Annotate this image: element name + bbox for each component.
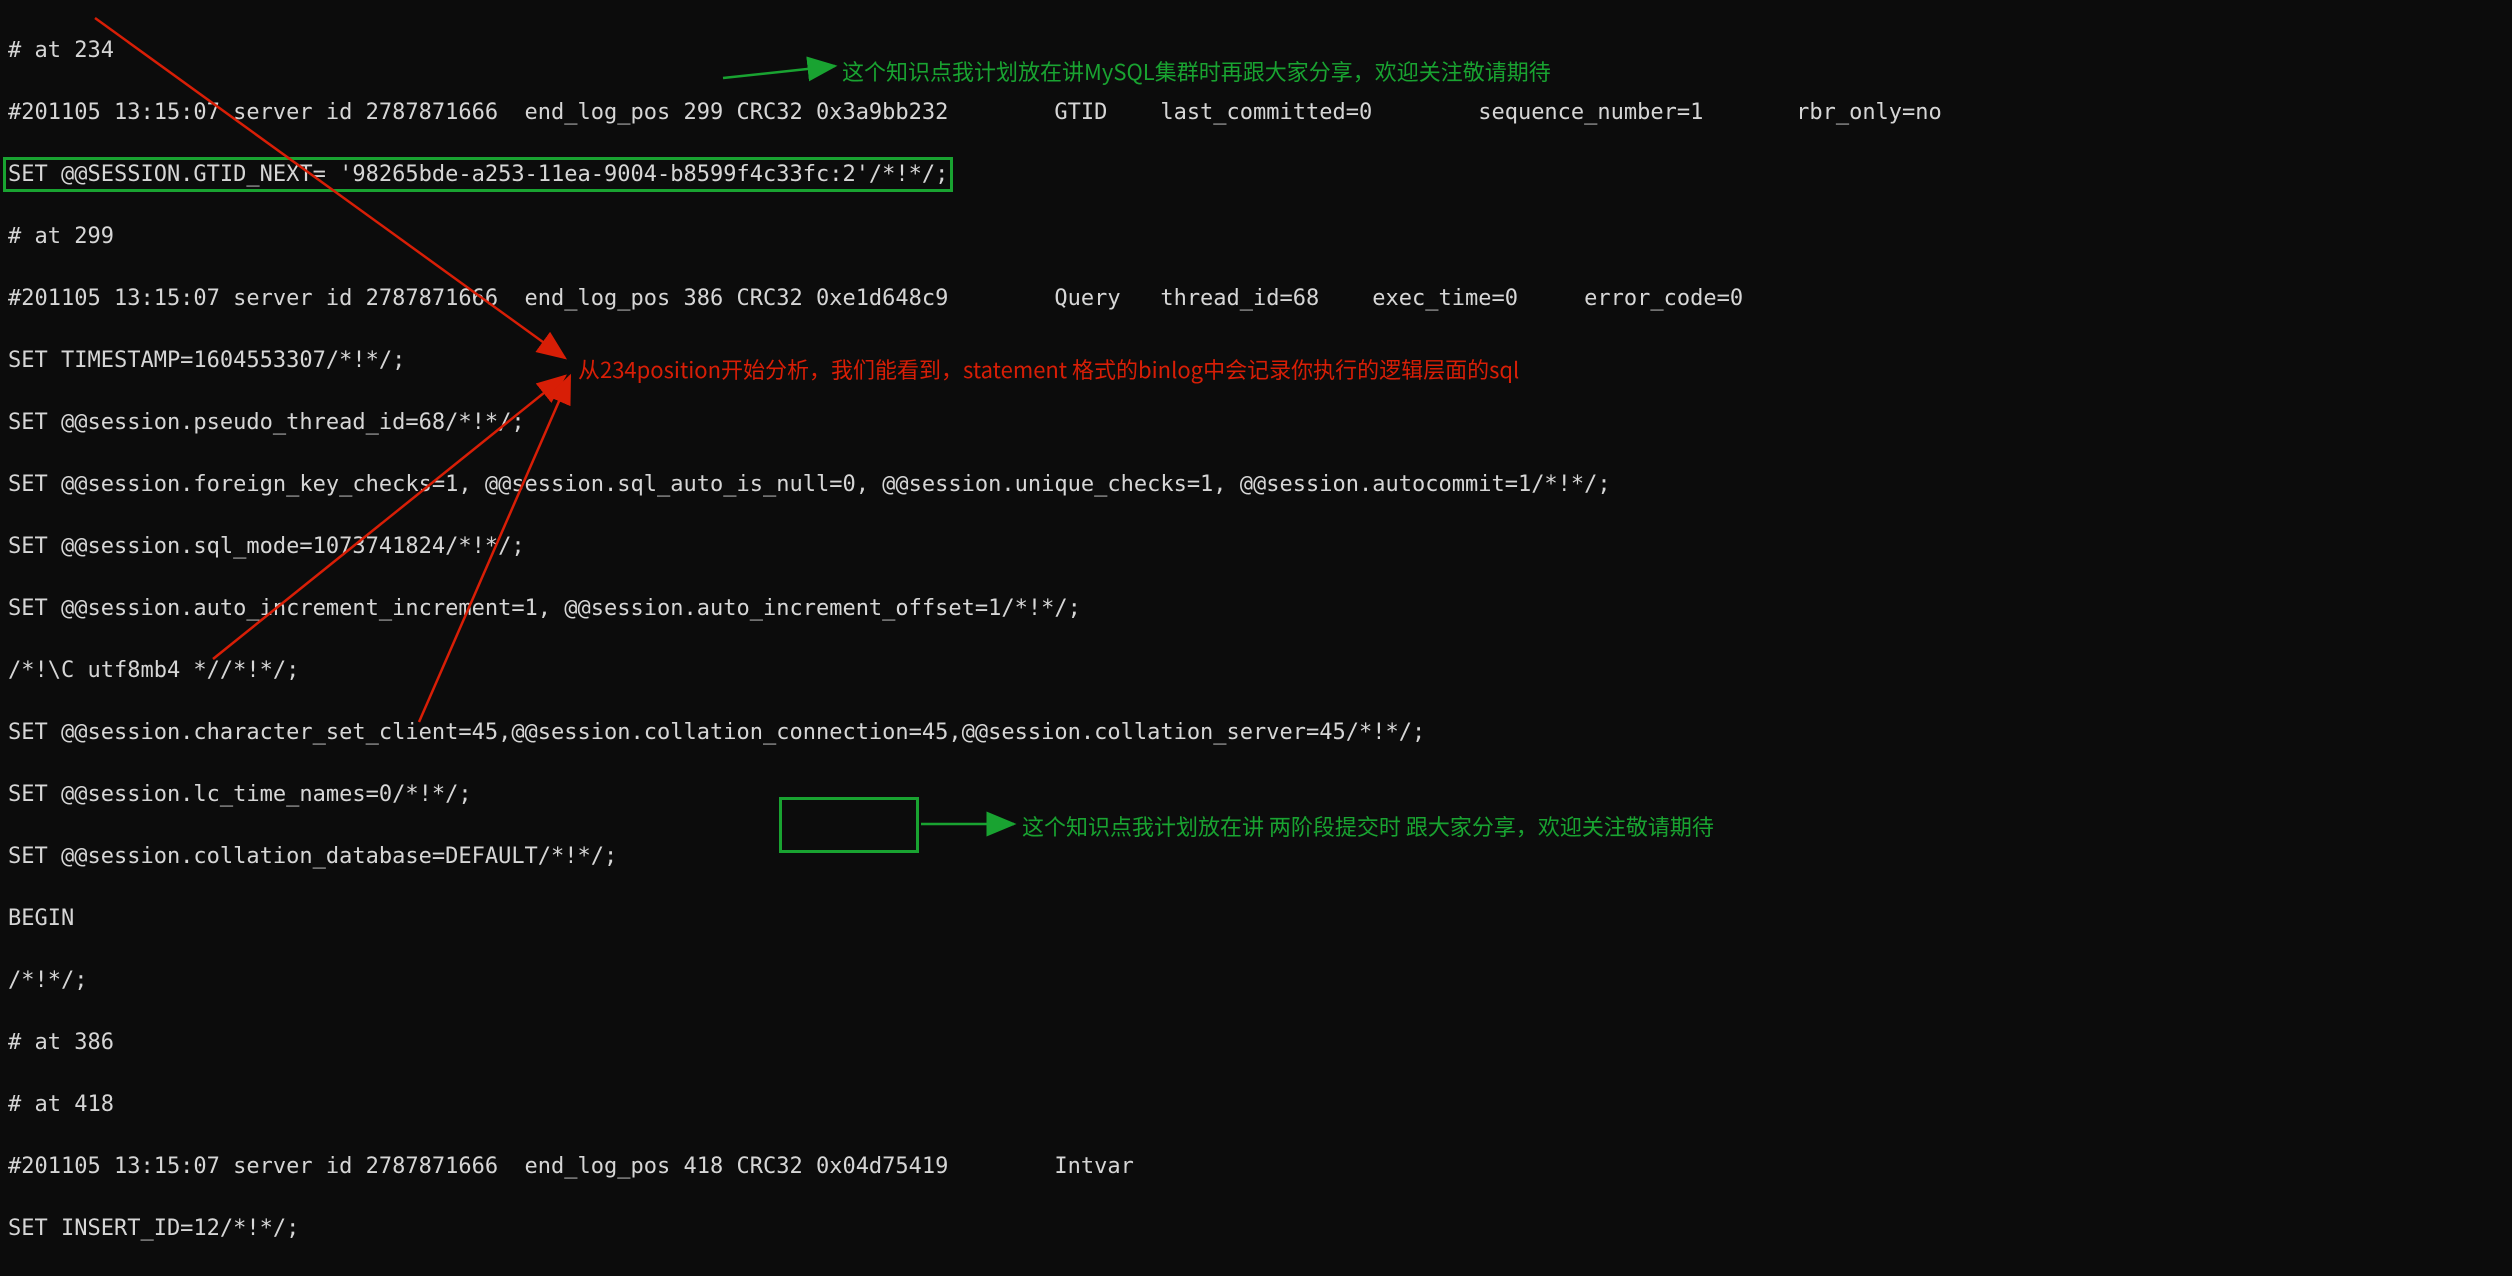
log-line: SET @@session.auto_increment_increment=1… xyxy=(8,593,2504,624)
annotation-statement-binlog: 从234position开始分析，我们能看到，statement 格式的binl… xyxy=(578,353,1519,385)
log-line: SET @@session.character_set_client=45,@@… xyxy=(8,717,2504,748)
log-line: SET @@session.foreign_key_checks=1, @@se… xyxy=(8,469,2504,500)
terminal-output: # at 234 #201105 13:15:07 server id 2787… xyxy=(0,0,2512,1276)
log-line: # at 418 xyxy=(8,1089,2504,1120)
log-line: #201105 13:15:07 server id 2787871666 en… xyxy=(8,97,2504,128)
log-line: #201105 13:15:07 server id 2787871666 en… xyxy=(8,283,2504,314)
highlight-gtid-next: SET @@SESSION.GTID_NEXT= '98265bde-a253-… xyxy=(5,159,951,190)
annotation-xid: 这个知识点我计划放在讲 两阶段提交时 跟大家分享，欢迎关注敬请期待 xyxy=(1022,810,1714,842)
log-line: /*!\C utf8mb4 *//*!*/; xyxy=(8,655,2504,686)
log-line: # at 299 xyxy=(8,221,2504,252)
log-line: SET @@session.pseudo_thread_id=68/*!*/; xyxy=(8,407,2504,438)
highlight-xid xyxy=(779,797,919,853)
log-line: /*!*/; xyxy=(8,965,2504,996)
log-line: SET @@session.sql_mode=1073741824/*!*/; xyxy=(8,531,2504,562)
log-line: SET @@session.lc_time_names=0/*!*/; xyxy=(8,779,2504,810)
log-line: #201105 13:15:07 server id 2787871666 en… xyxy=(8,1151,2504,1182)
annotation-gtid: 这个知识点我计划放在讲MySQL集群时再跟大家分享，欢迎关注敬请期待 xyxy=(842,55,1551,87)
log-line-gtid-set: SET @@SESSION.GTID_NEXT= '98265bde-a253-… xyxy=(8,159,2504,190)
log-line: SET INSERT_ID=12/*!*/; xyxy=(8,1213,2504,1244)
log-line: SET @@session.collation_database=DEFAULT… xyxy=(8,841,2504,872)
log-line: # at 386 xyxy=(8,1027,2504,1058)
log-line: BEGIN xyxy=(8,903,2504,934)
